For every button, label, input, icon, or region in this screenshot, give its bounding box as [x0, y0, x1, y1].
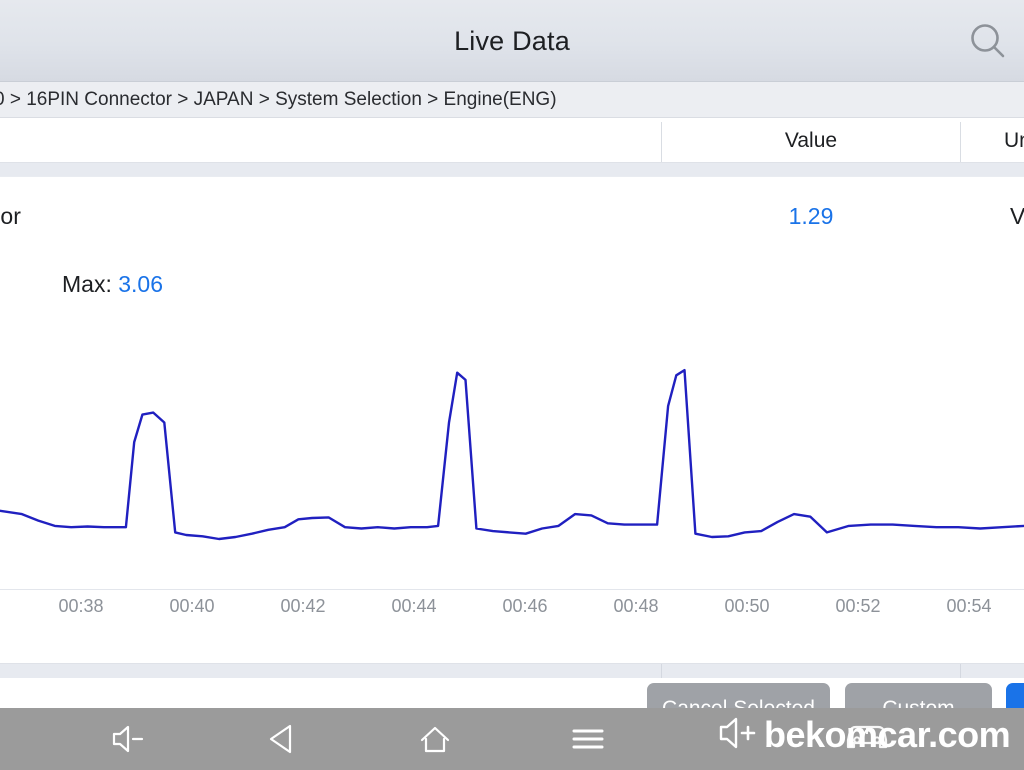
chart-bottom-padding — [0, 637, 1024, 663]
lower-divider-1 — [661, 664, 662, 679]
x-axis-tick: 00:48 — [613, 596, 659, 616]
lower-separator — [0, 663, 1024, 679]
x-axis-tick: 00:42 — [280, 596, 326, 616]
search-icon[interactable] — [966, 20, 1010, 64]
breadcrumb-text: 0 > 16PIN Connector > JAPAN > System Sel… — [0, 89, 557, 110]
x-axis-tick: 00:54 — [946, 596, 992, 616]
table-row[interactable]: Sensor 1.29 V — [0, 177, 1024, 255]
parameter-unit: V — [1010, 203, 1024, 229]
column-header-value: Value — [784, 129, 838, 152]
x-axis-tick: 00:46 — [502, 596, 548, 616]
x-axis-tick: 00:52 — [835, 596, 881, 616]
max-label: Max: — [62, 271, 119, 297]
x-axis-tick: 00:44 — [391, 596, 437, 616]
x-axis-tick: 00:50 — [724, 596, 770, 616]
home-icon[interactable] — [390, 708, 480, 770]
lower-divider-2 — [960, 664, 961, 679]
chart-trace-svg — [0, 368, 1024, 541]
parameter-value: 1.29 — [788, 203, 834, 229]
page-title: Live Data — [454, 26, 570, 56]
breadcrumb[interactable]: 0 > 16PIN Connector > JAPAN > System Sel… — [0, 82, 1024, 118]
title-bar: Live Data — [0, 0, 1024, 82]
x-axis-tick: 00:40 — [169, 596, 215, 616]
max-stat: Max: 3.06 — [62, 271, 163, 298]
max-value: 3.06 — [118, 271, 163, 297]
x-axis-tick: 00:38 — [58, 596, 104, 616]
stats-strip: 16 Max: 3.06 X2 X X2 — [0, 255, 1024, 577]
live-data-screen: Live Data 0 > 16PIN Connector > JAPAN > … — [0, 0, 1024, 770]
column-header-unit: Un — [1004, 129, 1024, 152]
menu-icon[interactable] — [543, 708, 633, 770]
parameter-name: Sensor — [0, 203, 21, 229]
android-nav-bar — [0, 708, 1024, 770]
table-header-separator — [0, 162, 1024, 177]
chart-x-axis: 00:38 00:40 00:42 00:44 00:46 00:48 00:50 00:52… — [0, 589, 1024, 637]
volume-down-icon[interactable] — [85, 708, 175, 770]
data-table-header: Value Un — [0, 119, 1024, 162]
chart-trace-line — [0, 368, 1024, 541]
back-icon[interactable] — [238, 708, 328, 770]
live-data-chart[interactable] — [0, 335, 1024, 589]
